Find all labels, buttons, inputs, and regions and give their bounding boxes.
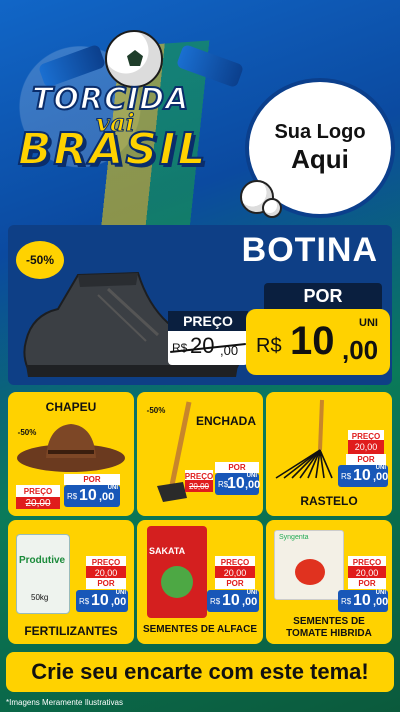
old-price: 20,00: [185, 480, 213, 492]
product-name: FERTILIZANTES: [24, 624, 118, 638]
tomato-seed-pack-image: Syngenta: [274, 530, 344, 600]
price-unit: UNI: [246, 590, 257, 596]
new-price: R$ 10 ,00 UNI: [338, 465, 388, 487]
price-value: 10: [227, 475, 245, 492]
product-name: CHAPEU: [45, 400, 97, 414]
new-price: R$ 10 ,00 UNI: [76, 590, 128, 612]
price-cents: ,00: [373, 471, 389, 483]
old-price-label: PREÇO: [168, 311, 248, 331]
new-price-label: POR: [64, 474, 120, 485]
product-card-fertilizantes[interactable]: Produtive 50kg PREÇO 20,00 POR R$ 10 ,00…: [8, 520, 134, 644]
price-currency: R$: [341, 597, 352, 606]
disclaimer-text: *Imagens Meramente Ilustrativas: [6, 698, 123, 707]
package-brand: Syngenta: [279, 534, 309, 541]
price-cents: ,00: [242, 596, 258, 608]
product-name: RASTELO: [300, 494, 358, 508]
price-cents: ,00: [245, 479, 261, 491]
product-card-sementes-tomate[interactable]: Syngenta PREÇO 20,00 POR R$ 10 ,00 UNI S…: [266, 520, 392, 644]
price-currency: R$: [67, 492, 78, 501]
price-value: 10: [290, 319, 335, 363]
price-value: 10: [222, 592, 240, 609]
new-price: R$ 10 ,00 UNI: [215, 473, 261, 495]
package-weight: 50kg: [31, 593, 49, 602]
campaign-logo: TORCIDA vai BRASIL: [10, 20, 250, 176]
old-price: 20,00: [348, 440, 384, 454]
price-unit: UNI: [246, 473, 257, 479]
product-card-rastelo[interactable]: PREÇO 20,00 POR R$ 10 ,00 UNI RASTELO: [266, 392, 392, 516]
product-card-enchada[interactable]: ENCHADA -50% PREÇO 20,00 POR R$ 10 ,00 U…: [137, 392, 263, 516]
price-unit: UNI: [359, 317, 378, 329]
featured-product-card[interactable]: -50% BOTINA PREÇO R$ 20 ,00 POR R$ 10 ,0…: [8, 225, 392, 385]
product-name: BOTINA: [241, 231, 378, 269]
price-unit: UNI: [375, 590, 386, 596]
price-currency: R$: [256, 335, 282, 357]
lettuce-seed-pack-image: SAKATA: [147, 526, 207, 618]
old-price: 20,00: [16, 497, 60, 509]
cta-banner[interactable]: Crie seu encarte com este tema!: [6, 652, 394, 692]
brand-placeholder-line2: Aqui: [291, 144, 349, 174]
brand-placeholder-line1: Sua Logo: [274, 121, 366, 143]
new-price-label: POR: [264, 283, 382, 309]
price-cents: ,00: [373, 596, 389, 608]
price-value: 10: [79, 487, 97, 504]
new-price: R$ 10 ,00 UNI: [64, 485, 120, 507]
soccer-ball-icon: [262, 198, 282, 218]
price-value: 10: [353, 592, 371, 609]
product-name: SEMENTES DE ALFACE: [142, 624, 258, 635]
old-price-currency: R$: [172, 341, 188, 355]
price-value: 10: [91, 592, 109, 609]
fertilizer-bag-image: Produtive 50kg: [16, 534, 70, 614]
price-cents: ,00: [111, 596, 127, 608]
new-price-label: POR: [86, 578, 126, 589]
product-name: SEMENTES DE TOMATE HIBRIDA: [286, 616, 372, 639]
new-price-label: POR: [346, 454, 386, 465]
discount-badge: -50%: [143, 400, 169, 420]
price-unit: UNI: [115, 590, 126, 596]
price-unit: UNI: [107, 485, 118, 491]
old-price: R$ 20 ,00: [168, 331, 248, 365]
old-price-label: PREÇO: [16, 485, 60, 497]
campaign-title-line3: BRASIL: [17, 123, 208, 176]
new-price: R$ 10 ,00 UNI: [246, 309, 390, 375]
price-unit: UNI: [375, 465, 386, 471]
package-brand: SAKATA: [149, 546, 186, 556]
price-currency: R$: [341, 472, 352, 481]
new-price-label: POR: [215, 578, 255, 589]
price-cents: ,00: [99, 491, 115, 503]
price-currency: R$: [79, 597, 90, 606]
product-card-sementes-alface[interactable]: SAKATA PREÇO 20,00 POR R$ 10 ,00 UNI SEM…: [137, 520, 263, 644]
price-value: 10: [353, 467, 371, 484]
new-price: R$ 10 ,00 UNI: [338, 590, 388, 612]
discount-badge: -50%: [14, 422, 40, 442]
new-price-label: POR: [215, 462, 259, 473]
tomato-icon: [295, 559, 325, 585]
new-price-label: POR: [348, 578, 386, 589]
soccer-ball-icon: [105, 30, 163, 88]
discount-badge: -50%: [16, 241, 64, 279]
rake-image: [275, 399, 333, 479]
price-cents: ,00: [342, 335, 379, 365]
product-card-chapeu[interactable]: CHAPEU -50% PREÇO 20,00 POR R$ 10 ,00 UN…: [8, 392, 134, 516]
header-banner: TORCIDA vai BRASIL Sua Logo Aqui: [0, 0, 400, 220]
package-brand: Produtive: [19, 555, 66, 566]
new-price: R$ 10 ,00 UNI: [207, 590, 259, 612]
price-currency: R$: [210, 597, 221, 606]
lettuce-icon: [161, 566, 193, 598]
